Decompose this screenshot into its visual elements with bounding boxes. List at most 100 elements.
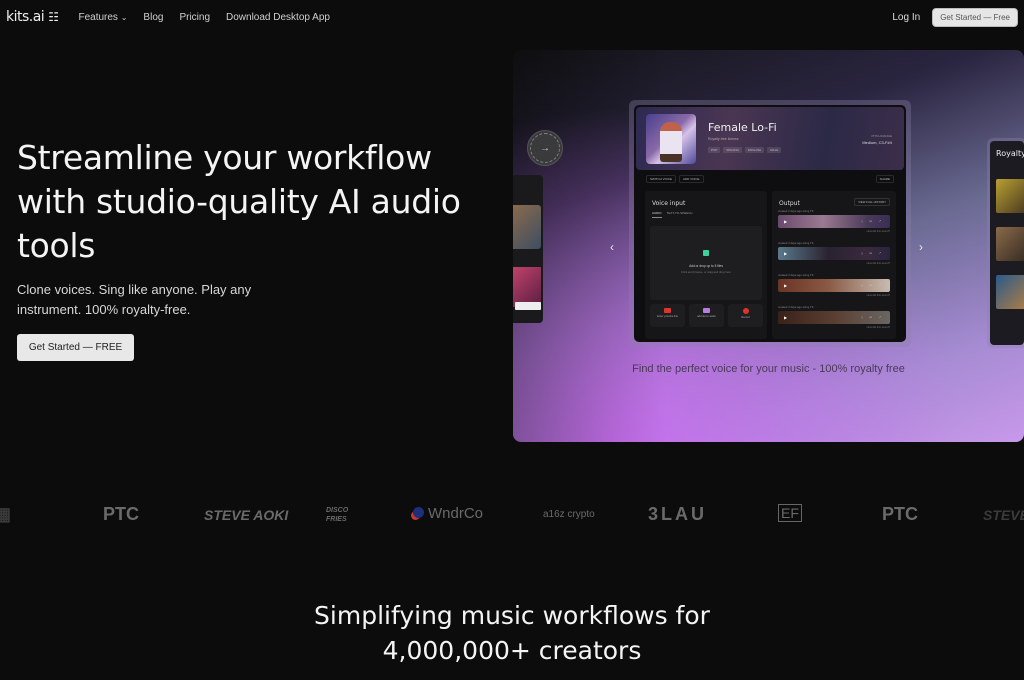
- logo-wndrco-text: WndrCo: [428, 505, 484, 522]
- logo[interactable]: kits.ai ☷: [6, 9, 59, 25]
- logo-3lau: 3LAU: [648, 504, 708, 524]
- nav-pricing[interactable]: Pricing: [179, 12, 210, 23]
- input-sources: Enter youtube link add demo audio Record: [650, 304, 763, 327]
- drop-hint: Click and browse, or drag and drop here: [681, 270, 731, 274]
- artist-photo: [513, 205, 541, 249]
- demo-audio-button[interactable]: add demo audio: [689, 304, 724, 327]
- download-copy-link-icons[interactable]: ⤓ ☷ ↗: [861, 219, 884, 223]
- login-link[interactable]: Log In: [892, 12, 920, 23]
- switch-voice-button[interactable]: SWITCH VOICE: [646, 175, 677, 183]
- download-copy-link-icons[interactable]: ⤓ ☷ ↗: [861, 315, 884, 319]
- tab-audio[interactable]: AUDIO: [652, 211, 662, 218]
- carousel-prev-icon[interactable]: ‹: [610, 240, 614, 254]
- pitch-value: Medium, C3-F#4: [862, 140, 892, 145]
- add-voice-button[interactable]: ADD VOICE: [679, 175, 704, 183]
- voice-header: Female Lo-Fi Royalty-free license POP SI…: [636, 107, 904, 170]
- logo-ef-partial: ▦: [0, 504, 12, 524]
- singer-figure: [660, 122, 682, 162]
- output-meta: created 3 days ago using TK: [778, 305, 814, 309]
- play-icon[interactable]: ▶: [784, 251, 787, 256]
- play-icon[interactable]: ▶: [784, 219, 787, 224]
- share-button[interactable]: SHARE: [875, 175, 894, 183]
- tag: POP: [708, 147, 721, 153]
- try-it-out-badge[interactable]: →: [527, 130, 563, 166]
- tag: SINGING: [723, 147, 743, 153]
- nav-download[interactable]: Download Desktop App: [226, 12, 330, 23]
- top-nav: kits.ai ☷ Features ⌄ Blog Pricing Downlo…: [0, 0, 1024, 34]
- file-drop-zone[interactable]: Add or drop up to 5 files Click and brow…: [650, 226, 762, 300]
- product-showcase: → ‹ › Female Lo-Fi Royalty-free license …: [513, 50, 1024, 442]
- logo-steve-aoki: STEVE AOKI: [204, 507, 289, 523]
- hero-title: Streamline your workflow with studio-qua…: [17, 138, 461, 265]
- app-preview-frame: Female Lo-Fi Royalty-free license POP SI…: [629, 100, 911, 347]
- feedback-prompt: How did this sound?: [866, 262, 890, 265]
- nav-blog[interactable]: Blog: [143, 12, 163, 23]
- output-item: created 3 days ago using TK ▶ ⤓ ☷ ↗ How d…: [778, 241, 890, 265]
- audio-waveform[interactable]: ▶ ⤓ ☷ ↗: [778, 311, 890, 324]
- youtube-icon: [664, 308, 671, 313]
- chevron-down-icon: ⌄: [120, 12, 128, 22]
- output-item: created 2 days ago using TK ▶ ⤓ ☷ ↗ How d…: [778, 209, 890, 233]
- output-title: Output: [779, 200, 800, 207]
- view-history-button[interactable]: VIEW FULL HISTORY: [854, 198, 890, 206]
- logo-text: kits.ai: [6, 9, 45, 25]
- output-meta: created 3 days ago using TK: [778, 273, 814, 277]
- nav-features[interactable]: Features ⌄: [78, 12, 127, 23]
- youtube-link-button[interactable]: Enter youtube link: [650, 304, 685, 327]
- pitch-label: PITCH RANGE: [871, 134, 892, 138]
- carousel-next-icon[interactable]: ›: [919, 240, 923, 254]
- drop-title: Add or drop up to 5 files: [689, 264, 723, 268]
- tab-text-to-speech[interactable]: TEXT-TO-SPEECH: [667, 211, 693, 218]
- showcase-caption: Find the perfect voice for your music - …: [632, 363, 905, 375]
- source-label: Enter youtube link: [657, 315, 678, 318]
- play-icon[interactable]: ▶: [784, 315, 787, 320]
- play-icon[interactable]: ▶: [784, 283, 787, 288]
- section-title: Simplifying music workflows for 4,000,00…: [314, 601, 710, 665]
- download-copy-link-icons[interactable]: ⤓ ☷ ↗: [861, 251, 884, 255]
- audio-waveform[interactable]: ▶ ⤓ ☷ ↗: [778, 247, 890, 260]
- next-card-preview[interactable]: Royalty: [987, 138, 1024, 348]
- artist-photo: [996, 275, 1024, 309]
- app-preview: Female Lo-Fi Royalty-free license POP SI…: [634, 105, 906, 342]
- logo-steve-aoki: STEVE AOKI: [983, 507, 1024, 523]
- logo-wndrco: WndrCo: [413, 505, 483, 522]
- music-note-icon: [703, 308, 710, 313]
- audio-waveform[interactable]: ▶ ⤓ ☷ ↗: [778, 279, 890, 292]
- next-card-inner: Royalty: [990, 141, 1024, 345]
- try-it-out-ring: [530, 133, 560, 163]
- voice-name: Female Lo-Fi: [708, 121, 777, 134]
- record-icon: [742, 308, 749, 314]
- output-item: created 3 days ago using TK ▶ ⤓ ☷ ↗ How d…: [778, 305, 890, 329]
- logo-mark-icon: ☷: [48, 10, 59, 24]
- source-label: Record: [741, 316, 750, 319]
- output-meta: created 2 days ago using TK: [778, 209, 814, 213]
- voice-input-title: Voice input: [652, 200, 686, 207]
- app-toolbar: SWITCH VOICE ADD VOICE SHARE: [634, 172, 906, 186]
- artist-photo: [996, 179, 1024, 213]
- partner-logos: ▦ PTC STEVE AOKI DISCO FRIES WndrCo a16z…: [0, 490, 1024, 540]
- pitch-range: PITCH RANGE Medium, C3-F#4: [862, 134, 892, 145]
- feedback-prompt: How did this sound?: [866, 326, 890, 329]
- nav-links: Features ⌄ Blog Pricing Download Desktop…: [78, 12, 330, 23]
- get-started-nav-button[interactable]: Get Started — Free: [932, 7, 1018, 27]
- nav-right: Log In Get Started — Free: [892, 7, 1018, 27]
- nav-features-label: Features: [78, 11, 118, 23]
- tag: MALE: [767, 147, 782, 153]
- download-copy-link-icons[interactable]: ⤓ ☷ ↗: [861, 283, 884, 287]
- logo-disco-fries: DISCO FRIES: [326, 507, 349, 523]
- logo-ef: EF: [778, 504, 802, 522]
- prev-card-preview[interactable]: [513, 175, 543, 323]
- audio-waveform[interactable]: ▶ ⤓ ☷ ↗: [778, 215, 890, 228]
- folder-upload-icon: [703, 250, 709, 256]
- output-item: created 3 days ago using TK ▶ ⤓ ☷ ↗ How d…: [778, 273, 890, 297]
- tag: ENGLISH: [745, 147, 765, 153]
- voice-input-panel: Voice input AUDIO TEXT-TO-SPEECH Add or …: [645, 191, 767, 339]
- voice-input-tabs: AUDIO TEXT-TO-SPEECH: [652, 211, 692, 218]
- logo-ptc: PTC: [882, 504, 918, 524]
- next-card-title: Royalty: [996, 149, 1024, 158]
- record-button[interactable]: Record: [728, 304, 763, 327]
- get-started-hero-button[interactable]: Get Started — FREE: [17, 334, 134, 361]
- logo-ptc: PTC: [103, 504, 139, 524]
- continue-button[interactable]: [515, 302, 541, 310]
- feedback-prompt: How did this sound?: [866, 294, 890, 297]
